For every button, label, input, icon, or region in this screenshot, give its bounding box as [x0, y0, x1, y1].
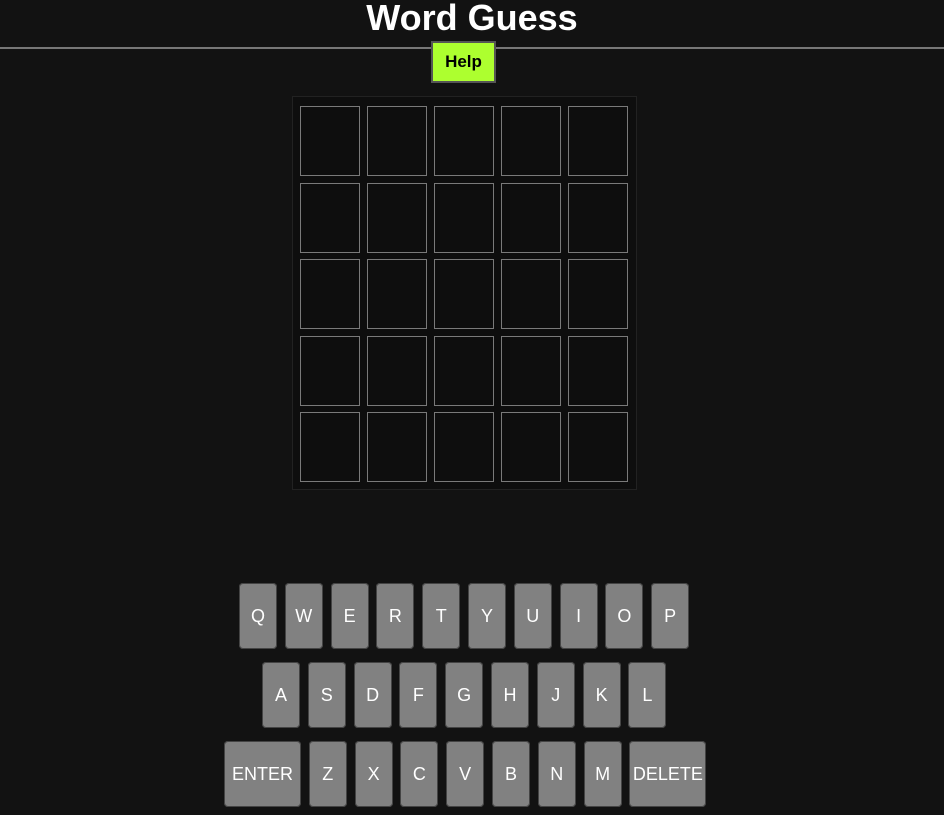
board-tile	[367, 412, 427, 482]
board-tile	[434, 412, 494, 482]
key-b[interactable]: B	[492, 741, 530, 807]
key-enter[interactable]: ENTER	[224, 741, 301, 807]
key-h[interactable]: H	[491, 662, 529, 728]
board-tile	[367, 182, 427, 253]
key-o[interactable]: O	[605, 583, 644, 649]
board-tile	[568, 182, 628, 253]
key-q[interactable]: Q	[239, 583, 277, 649]
key-z[interactable]: Z	[308, 741, 347, 807]
board-tile	[434, 335, 494, 406]
key-k[interactable]: K	[582, 662, 621, 728]
game-board	[292, 96, 637, 490]
key-c[interactable]: C	[400, 741, 439, 807]
key-t[interactable]: T	[422, 583, 461, 649]
key-r[interactable]: R	[376, 583, 415, 649]
board-tile	[568, 335, 628, 406]
board-tile	[300, 335, 360, 406]
key-e[interactable]: E	[330, 583, 369, 649]
board-tile	[300, 182, 360, 253]
key-a[interactable]: A	[262, 662, 300, 728]
key-y[interactable]: Y	[468, 583, 506, 649]
key-n[interactable]: N	[537, 741, 576, 807]
help-button[interactable]: Help	[431, 41, 496, 83]
page-title: Word Guess	[366, 0, 578, 38]
board-tile	[434, 259, 494, 329]
board-tile	[568, 412, 628, 482]
key-v[interactable]: V	[446, 741, 485, 807]
board-tile	[501, 259, 561, 329]
board-tile	[367, 259, 427, 329]
board-tile	[434, 182, 494, 253]
board-tile	[300, 259, 360, 329]
key-m[interactable]: M	[583, 741, 622, 807]
key-g[interactable]: G	[445, 662, 484, 728]
board-tile	[300, 106, 360, 176]
board-tile	[434, 106, 494, 176]
board-tile	[501, 412, 561, 482]
board-tile	[367, 335, 427, 406]
board-tile	[568, 259, 628, 329]
key-i[interactable]: I	[559, 583, 598, 649]
key-w[interactable]: W	[284, 583, 323, 649]
key-delete[interactable]: DELETE	[629, 741, 707, 807]
board-tile	[568, 106, 628, 176]
key-u[interactable]: U	[513, 583, 552, 649]
board-tile	[300, 412, 360, 482]
board-tile	[501, 335, 561, 406]
key-p[interactable]: P	[651, 583, 690, 649]
key-s[interactable]: S	[307, 662, 346, 728]
board-tile	[501, 182, 561, 253]
key-x[interactable]: X	[354, 741, 393, 807]
board-tile	[367, 106, 427, 176]
key-f[interactable]: F	[399, 662, 438, 728]
key-d[interactable]: D	[353, 662, 392, 728]
key-l[interactable]: L	[628, 662, 667, 728]
key-j[interactable]: J	[536, 662, 575, 728]
board-tile	[501, 106, 561, 176]
